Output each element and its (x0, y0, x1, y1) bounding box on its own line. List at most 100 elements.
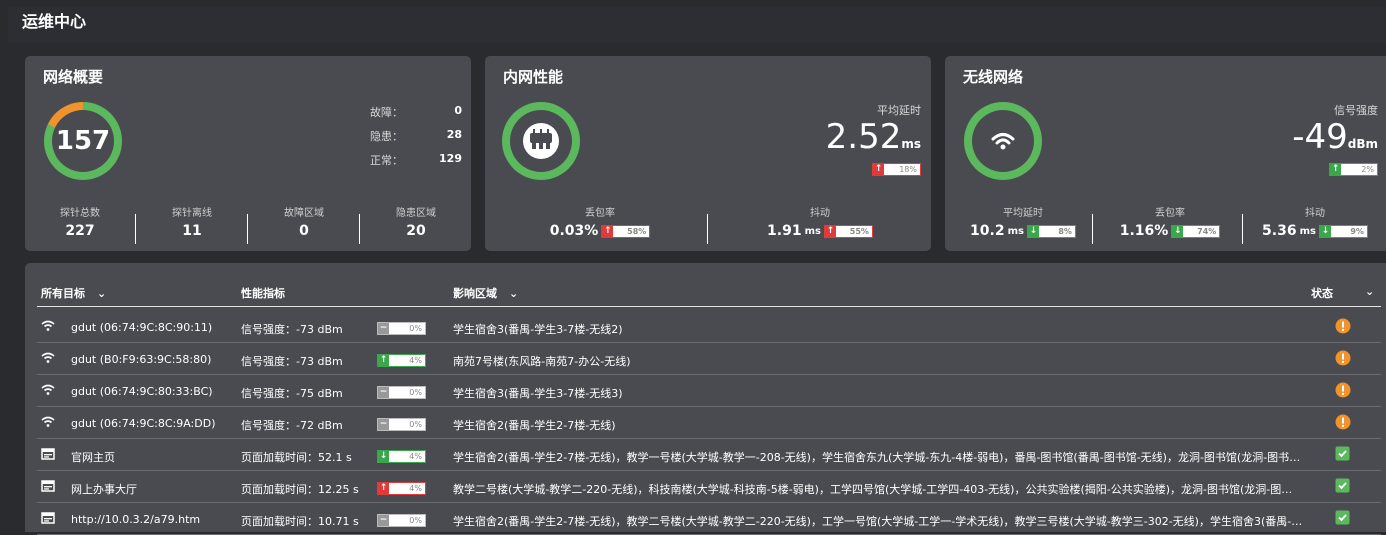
avg-latency: 平均延时 2.52ms ↑ 18% (826, 102, 921, 176)
status-column-header: 状态 (1311, 287, 1333, 300)
intranet-ring (502, 102, 580, 180)
status-icon (1335, 382, 1351, 401)
signal-strength-label: 信号强度 (1334, 104, 1378, 117)
web-page-icon (41, 480, 55, 495)
row-target[interactable]: gdut (06:74:9C:80:33:BC) (71, 385, 213, 398)
fault-label: 故障： (370, 106, 403, 119)
row-metric: 信号强度：-73 dBm (241, 355, 343, 368)
normal-label: 正常： (370, 154, 403, 167)
wl-latency-metric: 平均延时 10.2 ms ↓ 8% (953, 204, 1093, 239)
warning-status-icon (1335, 318, 1351, 334)
ethernet-ports-icon (523, 123, 559, 159)
row-area: 教学二号楼(大学城-教学二-220-无线)，科技南楼(大学城-科技南-5楼-弱电… (453, 483, 1303, 496)
row-area: 学生宿舍3(番禺-学生3-7楼-无线3) (453, 387, 623, 400)
ok-status-icon (1335, 478, 1350, 493)
probe-total-metric: 探针总数 227 (60, 208, 100, 239)
web-page-icon (41, 512, 55, 527)
table-row[interactable]: gdut (06:74:9C:80:33:BC) 信号强度：-75 dBm −0% 学… (25, 375, 1386, 407)
warning-status-icon (1335, 350, 1351, 366)
risk-area-metric: 隐患区域 20 (396, 208, 436, 239)
trend-badge: ↑ 18% (872, 162, 921, 176)
target-filter-dropdown[interactable]: 所有目标 ⌄ (41, 285, 106, 301)
table-row[interactable]: http://10.0.3.2/a79.htm 页面加载时间：10.71 s −0%… (25, 503, 1386, 535)
trend-badge: −0% (377, 416, 426, 431)
trend-badge: −0% (377, 384, 426, 399)
row-metric: 页面加载时间：10.71 s (241, 515, 359, 528)
row-area: 学生宿舍2(番禺-学生2-7楼-无线) (453, 419, 616, 432)
jitter-metric: 抖动 1.91 ms ↑ 55% (725, 204, 915, 239)
network-overview-card: 网络概要 157 故障： 0 隐患： 28 正常： 129 探针总数 227 探针离线 1… (25, 56, 471, 251)
packet-loss-metric: 丢包率 0.03% ↑ 58% (505, 204, 695, 239)
row-area: 学生宿舍3(番禺-学生3-7楼-无线2) (453, 323, 623, 336)
avg-latency-unit: ms (901, 137, 921, 151)
row-area: 学生宿舍2(番禺-学生2-7楼-无线)，教学一号楼(大学城-教学一-208-无线… (453, 451, 1303, 464)
probe-offline-metric: 探针离线 11 (172, 208, 212, 239)
ok-status-icon (1335, 510, 1350, 525)
chevron-down-icon: ⌄ (97, 287, 107, 300)
wifi-icon (41, 416, 55, 431)
trend-badge: ↑ 4% (377, 352, 426, 367)
row-target[interactable]: gdut (06:74:9C:8C:9A:DD) (71, 417, 215, 430)
metric-column-header: 性能指标 (241, 287, 285, 300)
card-title: 无线网络 (963, 68, 1024, 86)
card-title: 内网性能 (503, 68, 564, 86)
row-metric: 信号强度：-75 dBm (241, 387, 343, 400)
row-metric: 页面加载时间：12.25 s (241, 483, 359, 496)
row-target[interactable]: 网上办事大厅 (71, 481, 137, 497)
table-row[interactable]: gdut (B0:F9:63:9C:58:80) 信号强度：-73 dBm ↑ 4% 南… (25, 343, 1386, 375)
trend-badge: ↑ 4% (377, 480, 426, 495)
warning-status-icon (1335, 382, 1351, 398)
web-page-icon (41, 448, 55, 463)
status-icon (1335, 350, 1351, 369)
chevron-down-icon[interactable]: ⌄ (1365, 285, 1374, 298)
table-row[interactable]: 网上办事大厅 页面加载时间：12.25 s ↑ 4% 教学二号楼(大学城-教学二-220… (25, 471, 1386, 503)
status-icon (1335, 318, 1351, 337)
row-metric: 信号强度：-72 dBm (241, 419, 343, 432)
row-target[interactable]: 官网主页 (71, 449, 115, 465)
wifi-icon (41, 352, 55, 367)
signal-strength-unit: dBm (1347, 137, 1378, 151)
fault-area-metric: 故障区域 0 (284, 208, 324, 239)
app-title: 运维中心 (8, 7, 1386, 43)
avg-latency-value: 2.52 (825, 117, 902, 157)
status-summary: 故障： 0 隐患： 28 正常： 129 (370, 104, 462, 176)
intranet-performance-card: 内网性能 平均延时 2.52ms ↑ 18% 丢包率 0.03% ↑ 58% 抖动 1… (485, 56, 931, 251)
health-ring: 157 (44, 102, 122, 180)
wireless-network-card: 无线网络 信号强度 -49dBm ↑ 2% 平均延时 10.2 ms ↓ 8% 丢包率 … (945, 56, 1386, 251)
risk-label: 隐患： (370, 130, 403, 143)
status-icon (1335, 414, 1351, 433)
targets-table: 所有目标 ⌄ 性能指标 影响区域 ⌄ 状态 ⌄ gdut (06:74:9C:8C:… (25, 263, 1386, 535)
wifi-icon (41, 320, 55, 335)
chevron-down-icon: ⌄ (509, 287, 519, 300)
card-title: 网络概要 (43, 68, 104, 86)
signal-strength: 信号强度 -49dBm ↑ 2% (1292, 102, 1378, 176)
status-icon (1335, 478, 1350, 496)
fault-value: 0 (454, 104, 462, 117)
trend-badge: −0% (377, 320, 426, 335)
table-row[interactable]: gdut (06:74:9C:8C:9A:DD) 信号强度：-72 dBm −0% 学… (25, 407, 1386, 439)
row-target[interactable]: gdut (B0:F9:63:9C:58:80) (71, 353, 211, 366)
total-targets: 157 (55, 126, 111, 156)
normal-value: 129 (439, 152, 462, 165)
wifi-icon (985, 123, 1021, 159)
trend-badge: −0% (377, 512, 426, 527)
row-target[interactable]: gdut (06:74:9C:8C:90:11) (71, 321, 212, 334)
trend-badge: ↑ 2% (1329, 162, 1378, 176)
table-row[interactable]: gdut (06:74:9C:8C:90:11) 信号强度：-73 dBm −0% 学… (25, 311, 1386, 343)
avg-latency-label: 平均延时 (877, 104, 921, 117)
wl-packet-loss-metric: 丢包率 1.16% ↓ 74% (1100, 204, 1240, 239)
table-row[interactable]: 官网主页 页面加载时间：52.1 s ↓ 4% 学生宿舍2(番禺-学生2-7楼-无线)，… (25, 439, 1386, 471)
risk-value: 28 (446, 128, 462, 141)
area-filter-dropdown[interactable]: 影响区域 ⌄ (453, 285, 518, 301)
row-area: 学生宿舍2(番禺-学生2-7楼-无线)，教学二号楼(大学城-教学二-220-无线… (453, 515, 1303, 528)
row-target[interactable]: http://10.0.3.2/a79.htm (71, 513, 200, 526)
wifi-icon (41, 384, 55, 399)
row-metric: 信号强度：-73 dBm (241, 323, 343, 336)
row-area: 南苑7号楼(东风路-南苑7-办公-无线) (453, 355, 631, 368)
status-icon (1335, 510, 1350, 528)
trend-badge: ↓ 4% (377, 448, 426, 463)
wireless-ring (964, 102, 1042, 180)
row-metric: 页面加载时间：52.1 s (241, 451, 352, 464)
ok-status-icon (1335, 446, 1350, 461)
warning-status-icon (1335, 414, 1351, 430)
